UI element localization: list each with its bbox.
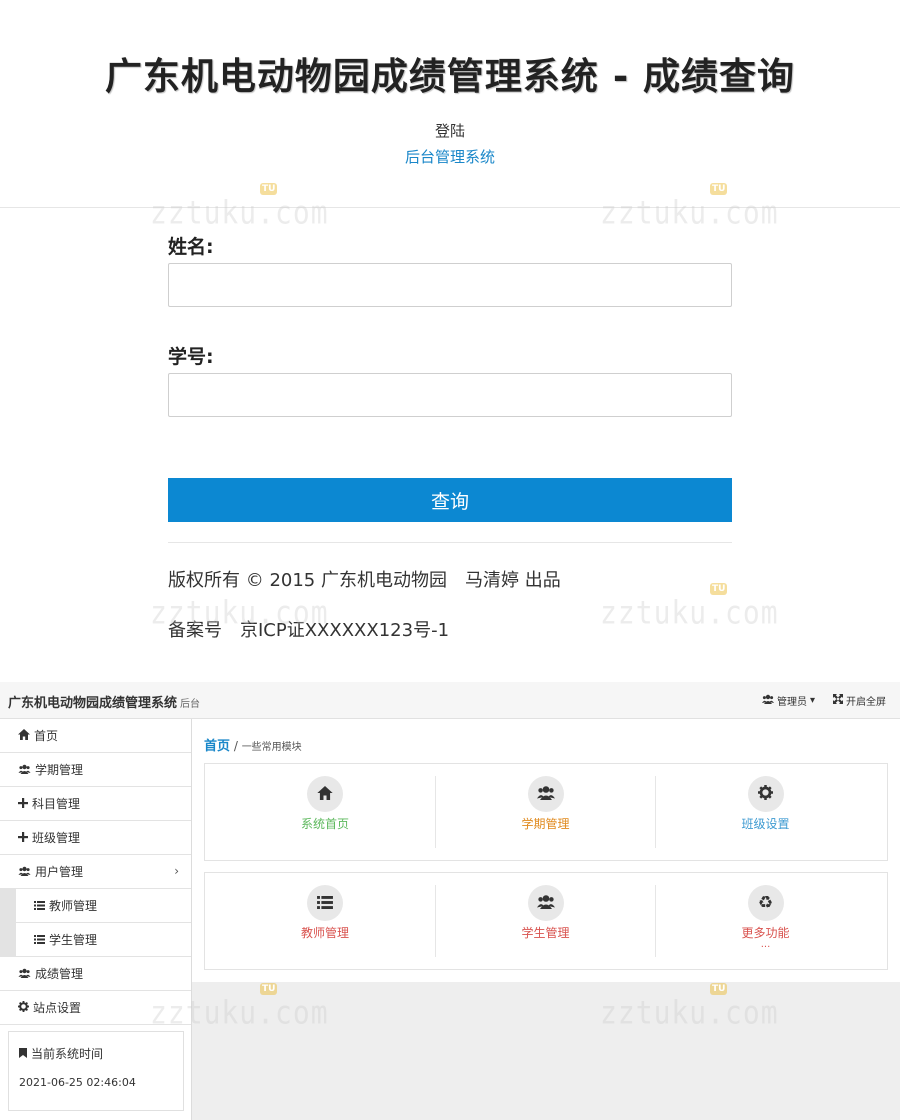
fullscreen-label: 开启全屏	[846, 697, 886, 708]
admin-user-menu[interactable]: 管理员 ▾	[761, 693, 815, 708]
admin-dashboard: 广东机电动物园成绩管理系统 后台 管理员 ▾ 开启全屏 首页 学期管理 科目管理…	[0, 682, 900, 1120]
top-navbar: 广东机电动物园成绩管理系统 后台 管理员 ▾ 开启全屏	[0, 682, 900, 719]
brand[interactable]: 广东机电动物园成绩管理系统 后台	[8, 692, 200, 711]
admin-system-link[interactable]: 后台管理系统	[0, 146, 900, 167]
users-icon	[536, 785, 555, 804]
list-icon	[34, 933, 45, 947]
gear-icon	[758, 784, 773, 804]
brand-title: 广东机电动物园成绩管理系统	[8, 696, 178, 711]
brand-subtitle: 后台	[180, 699, 201, 710]
tile-semester-management[interactable]: 学期管理	[435, 776, 655, 848]
tile-label: 学期管理	[521, 817, 570, 831]
sidebar-item-class[interactable]: 班级管理	[0, 821, 191, 855]
main-content: 首页 / 一些常用模块 系统首页 学期管理 班级设置 教师管理 学生管理 ♻ 更…	[192, 719, 900, 982]
sidebar-item-label: 成绩管理	[35, 967, 84, 981]
system-time-panel: 当前系统时间 2021-06-25 02:46:04	[8, 1031, 184, 1111]
plus-icon	[18, 797, 28, 811]
breadcrumb-separator: /	[230, 739, 242, 753]
page-title: 广东机电动物园成绩管理系统 - 成绩查询	[104, 55, 796, 98]
sidebar-item-label: 站点设置	[33, 1001, 82, 1015]
system-time-value: 2021-06-25 02:46:04	[19, 1076, 136, 1089]
name-input[interactable]	[168, 263, 732, 307]
sidebar-item-site-settings[interactable]: 站点设置	[0, 991, 191, 1025]
users-icon	[18, 967, 31, 981]
header-divider	[0, 207, 900, 208]
sidebar-item-label: 科目管理	[32, 797, 81, 811]
system-time-title: 当前系统时间	[31, 1047, 104, 1061]
expand-icon	[833, 694, 843, 707]
shortcut-panel-2: 教师管理 学生管理 ♻ 更多功能 ...	[204, 872, 888, 970]
caret-down-icon: ▾	[809, 695, 815, 706]
sidebar-item-subject[interactable]: 科目管理	[0, 787, 191, 821]
tile-teacher-management[interactable]: 教师管理	[215, 885, 435, 957]
tile-student-management[interactable]: 学生管理	[435, 885, 655, 957]
tile-label: 教师管理	[300, 926, 349, 940]
tile-class-settings[interactable]: 班级设置	[655, 776, 875, 848]
student-id-input[interactable]	[168, 373, 732, 417]
copyright-text: 版权所有 © 2015 广东机电动物园 马清婷 出品	[168, 570, 561, 591]
tile-label: 系统首页	[300, 817, 349, 831]
sidebar-item-label: 首页	[34, 729, 59, 743]
list-icon	[317, 894, 333, 913]
sidebar: 首页 学期管理 科目管理 班级管理 用户管理 › 教师管理 学生管理 成绩管理 …	[0, 719, 192, 1120]
chevron-right-icon: ›	[174, 864, 179, 878]
home-icon	[18, 728, 30, 743]
sidebar-item-label: 班级管理	[32, 831, 81, 845]
users-icon	[536, 894, 555, 913]
users-icon	[18, 763, 31, 777]
student-id-label: 学号:	[168, 346, 214, 368]
gear-icon	[18, 1000, 29, 1015]
sidebar-item-users[interactable]: 用户管理 ›	[0, 855, 191, 889]
tile-more-functions[interactable]: ♻ 更多功能 ...	[655, 885, 875, 957]
tile-label: 学生管理	[521, 926, 570, 940]
tile-system-home[interactable]: 系统首页	[215, 776, 435, 848]
shortcut-panel-1: 系统首页 学期管理 班级设置	[204, 763, 888, 861]
sidebar-item-label: 用户管理	[35, 865, 84, 879]
icp-text: 备案号 京ICP证XXXXXX123号-1	[168, 620, 450, 641]
tile-more-dots: ...	[760, 939, 771, 950]
bookmark-icon	[19, 1047, 27, 1061]
user-menu-label: 管理员	[776, 697, 807, 708]
users-icon	[761, 694, 774, 707]
sidebar-item-scores[interactable]: 成绩管理	[0, 957, 191, 991]
name-label: 姓名:	[168, 236, 214, 258]
query-page: 广东机电动物园成绩管理系统 - 成绩查询 登陆 后台管理系统 姓名: 学号: 查…	[0, 0, 900, 668]
recycle-icon: ♻	[757, 893, 774, 913]
breadcrumb-current: 一些常用模块	[241, 742, 302, 753]
login-link[interactable]: 登陆	[0, 120, 900, 141]
query-button[interactable]: 查询	[168, 478, 732, 522]
users-icon	[18, 865, 31, 879]
breadcrumb: 首页 / 一些常用模块	[204, 735, 302, 754]
breadcrumb-home[interactable]: 首页	[204, 739, 230, 754]
fullscreen-toggle[interactable]: 开启全屏	[833, 693, 886, 708]
sidebar-item-label: 学生管理	[49, 933, 98, 947]
tile-label: 班级设置	[741, 817, 790, 831]
sidebar-item-label: 教师管理	[49, 899, 98, 913]
sidebar-item-students[interactable]: 学生管理	[0, 923, 191, 957]
footer-divider	[168, 542, 732, 543]
sidebar-item-semester[interactable]: 学期管理	[0, 753, 191, 787]
sidebar-item-home[interactable]: 首页	[0, 719, 191, 753]
list-icon	[34, 899, 45, 913]
sidebar-item-teachers[interactable]: 教师管理	[0, 889, 191, 923]
plus-icon	[18, 831, 28, 845]
home-icon	[317, 785, 333, 804]
sidebar-item-label: 学期管理	[35, 763, 84, 777]
